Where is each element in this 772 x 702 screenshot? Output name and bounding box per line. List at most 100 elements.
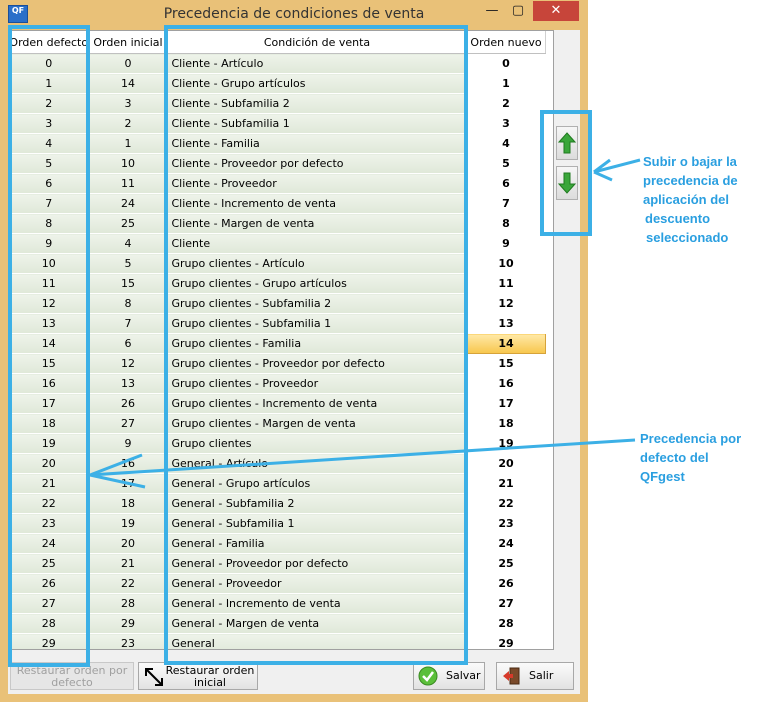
- cell-initial-order[interactable]: 2: [89, 113, 168, 134]
- table-row[interactable]: 21 17 General - Grupo artículos 21: [9, 473, 546, 494]
- table-row[interactable]: 6 11 Cliente - Proveedor 6: [9, 173, 546, 194]
- cell-initial-order[interactable]: 28: [89, 593, 168, 614]
- cell-initial-order[interactable]: 27: [89, 413, 168, 434]
- cell-sale-condition[interactable]: Cliente - Artículo: [167, 53, 468, 74]
- cell-new-order[interactable]: 1: [467, 73, 546, 94]
- table-row[interactable]: 15 12 Grupo clientes - Proveedor por defec…: [9, 353, 546, 374]
- cell-initial-order[interactable]: 8: [89, 293, 168, 314]
- cell-default-order[interactable]: 28: [9, 613, 90, 634]
- cell-default-order[interactable]: 9: [9, 233, 90, 254]
- cell-new-order[interactable]: 15: [467, 353, 546, 374]
- cell-new-order[interactable]: 9: [467, 233, 546, 254]
- cell-sale-condition[interactable]: Grupo clientes - Artículo: [167, 253, 468, 274]
- cell-sale-condition[interactable]: Grupo clientes - Grupo artículos: [167, 273, 468, 294]
- cell-default-order[interactable]: 24: [9, 533, 90, 554]
- exit-button[interactable]: Salir: [496, 662, 574, 690]
- cell-initial-order[interactable]: 13: [89, 373, 168, 394]
- cell-sale-condition[interactable]: Grupo clientes - Proveedor: [167, 373, 468, 394]
- cell-sale-condition[interactable]: Grupo clientes - Subfamilia 1: [167, 313, 468, 334]
- cell-new-order[interactable]: 16: [467, 373, 546, 394]
- cell-initial-order[interactable]: 23: [89, 633, 168, 649]
- cell-sale-condition[interactable]: Cliente - Incremento de venta: [167, 193, 468, 214]
- cell-initial-order[interactable]: 4: [89, 233, 168, 254]
- cell-initial-order[interactable]: 18: [89, 493, 168, 514]
- cell-initial-order[interactable]: 12: [89, 353, 168, 374]
- cell-new-order[interactable]: 11: [467, 273, 546, 294]
- cell-initial-order[interactable]: 20: [89, 533, 168, 554]
- column-header-initial-order[interactable]: Orden inicial: [89, 31, 168, 54]
- precedence-grid[interactable]: Orden defecto Orden inicial Condición de…: [8, 30, 554, 650]
- cell-initial-order[interactable]: 14: [89, 73, 168, 94]
- restore-default-order-button[interactable]: Restaurar orden por defecto: [10, 662, 134, 690]
- cell-default-order[interactable]: 13: [9, 313, 90, 334]
- cell-initial-order[interactable]: 21: [89, 553, 168, 574]
- cell-default-order[interactable]: 11: [9, 273, 90, 294]
- table-row[interactable]: 3 2 Cliente - Subfamilia 13: [9, 113, 546, 134]
- cell-initial-order[interactable]: 15: [89, 273, 168, 294]
- cell-sale-condition[interactable]: Cliente: [167, 233, 468, 254]
- cell-sale-condition[interactable]: General - Subfamilia 1: [167, 513, 468, 534]
- cell-sale-condition[interactable]: Grupo clientes - Incremento de venta: [167, 393, 468, 414]
- cell-new-order[interactable]: 27: [467, 593, 546, 614]
- cell-default-order[interactable]: 10: [9, 253, 90, 274]
- cell-sale-condition[interactable]: General - Margen de venta: [167, 613, 468, 634]
- cell-initial-order[interactable]: 29: [89, 613, 168, 634]
- cell-sale-condition[interactable]: Grupo clientes - Familia: [167, 333, 468, 354]
- cell-new-order[interactable]: 6: [467, 173, 546, 194]
- cell-default-order[interactable]: 15: [9, 353, 90, 374]
- table-row[interactable]: 0 0 Cliente - Artículo 0: [9, 53, 546, 74]
- cell-default-order[interactable]: 12: [9, 293, 90, 314]
- cell-new-order[interactable]: 19: [467, 433, 546, 454]
- table-row[interactable]: 18 27 Grupo clientes - Margen de venta 18: [9, 413, 546, 434]
- table-row[interactable]: 11 15 Grupo clientes - Grupo artículos 11: [9, 273, 546, 294]
- cell-default-order[interactable]: 19: [9, 433, 90, 454]
- minimize-button[interactable]: —: [479, 1, 505, 21]
- cell-new-order[interactable]: 0: [467, 53, 546, 74]
- cell-sale-condition[interactable]: General - Familia: [167, 533, 468, 554]
- cell-sale-condition[interactable]: Cliente - Grupo artículos: [167, 73, 468, 94]
- cell-default-order[interactable]: 5: [9, 153, 90, 174]
- cell-default-order[interactable]: 16: [9, 373, 90, 394]
- cell-sale-condition[interactable]: Cliente - Proveedor: [167, 173, 468, 194]
- cell-sale-condition[interactable]: Cliente - Familia: [167, 133, 468, 154]
- cell-new-order[interactable]: 20: [467, 453, 546, 474]
- cell-new-order[interactable]: 23: [467, 513, 546, 534]
- cell-default-order[interactable]: 22: [9, 493, 90, 514]
- restore-initial-order-button[interactable]: Restaurar orden inicial: [138, 662, 258, 690]
- move-up-button[interactable]: [556, 126, 578, 160]
- cell-new-order[interactable]: 4: [467, 133, 546, 154]
- cell-default-order[interactable]: 2: [9, 93, 90, 114]
- cell-sale-condition[interactable]: Cliente - Proveedor por defecto: [167, 153, 468, 174]
- table-row[interactable]: 27 28 General - Incremento de venta 27: [9, 593, 546, 614]
- cell-initial-order[interactable]: 6: [89, 333, 168, 354]
- close-button[interactable]: ✕: [533, 1, 579, 21]
- cell-initial-order[interactable]: 5: [89, 253, 168, 274]
- cell-default-order[interactable]: 1: [9, 73, 90, 94]
- cell-initial-order[interactable]: 26: [89, 393, 168, 414]
- cell-sale-condition[interactable]: Cliente - Margen de venta: [167, 213, 468, 234]
- table-row[interactable]: 4 1 Cliente - Familia 4: [9, 133, 546, 154]
- column-header-new-order[interactable]: Orden nuevo: [467, 31, 546, 54]
- cell-sale-condition[interactable]: Grupo clientes - Margen de venta: [167, 413, 468, 434]
- cell-default-order[interactable]: 20: [9, 453, 90, 474]
- cell-default-order[interactable]: 3: [9, 113, 90, 134]
- cell-new-order[interactable]: 17: [467, 393, 546, 414]
- cell-sale-condition[interactable]: General - Proveedor: [167, 573, 468, 594]
- cell-default-order[interactable]: 14: [9, 333, 90, 354]
- table-row[interactable]: 14 6 Grupo clientes - Familia 14: [9, 333, 546, 354]
- table-row[interactable]: 29 23 General 29: [9, 633, 546, 649]
- cell-default-order[interactable]: 29: [9, 633, 90, 649]
- cell-initial-order[interactable]: 24: [89, 193, 168, 214]
- cell-default-order[interactable]: 7: [9, 193, 90, 214]
- title-bar[interactable]: QF Precedencia de condiciones de venta —…: [0, 0, 588, 30]
- table-row[interactable]: 13 7 Grupo clientes - Subfamilia 1 13: [9, 313, 546, 334]
- cell-initial-order[interactable]: 3: [89, 93, 168, 114]
- cell-new-order[interactable]: 29: [467, 633, 546, 649]
- cell-new-order[interactable]: 25: [467, 553, 546, 574]
- cell-initial-order[interactable]: 25: [89, 213, 168, 234]
- cell-new-order[interactable]: 3: [467, 113, 546, 134]
- cell-sale-condition[interactable]: General - Proveedor por defecto: [167, 553, 468, 574]
- table-row[interactable]: 22 18 General - Subfamilia 2 22: [9, 493, 546, 514]
- table-row[interactable]: 24 20 General - Familia 24: [9, 533, 546, 554]
- column-header-sale-condition[interactable]: Condición de venta: [167, 31, 468, 54]
